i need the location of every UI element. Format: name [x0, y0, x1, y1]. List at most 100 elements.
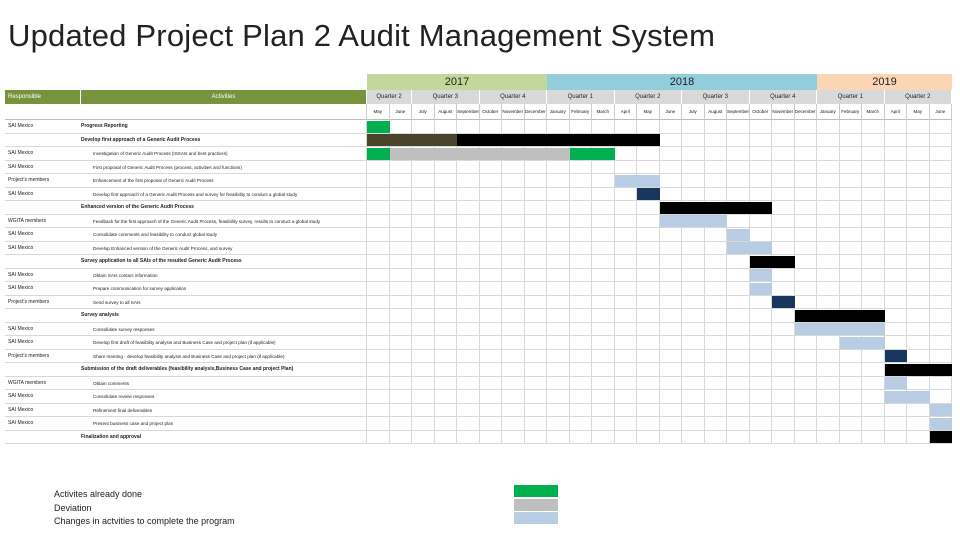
month-header: June	[389, 104, 412, 120]
grid-cell	[615, 322, 637, 336]
task-row: Project's members Enhancement of the firs…	[5, 174, 952, 188]
quarter-header: Quarter 3	[412, 90, 480, 104]
month-header: October	[749, 104, 772, 120]
grid-cell	[525, 241, 547, 255]
grid-cell	[615, 201, 637, 215]
grid-cell	[727, 214, 750, 228]
grid-cell	[885, 133, 907, 147]
grid-cell	[817, 295, 840, 309]
grid-cell	[525, 403, 547, 417]
grid-cell	[390, 228, 412, 242]
task-row: SAI Mexico Present business case and proj…	[5, 417, 952, 431]
grid-cell	[480, 295, 502, 309]
grid-divider	[5, 349, 367, 363]
grid-cell	[930, 187, 952, 201]
grid-cell	[390, 201, 412, 215]
grid-cell	[682, 133, 705, 147]
grid-cell	[615, 363, 637, 377]
grid-cell	[660, 349, 682, 363]
grid-cell	[660, 309, 682, 323]
grid-cell	[435, 336, 457, 350]
grid-cell	[862, 133, 885, 147]
grid-cell	[840, 255, 862, 269]
grid-cell	[547, 390, 570, 404]
grid-cell	[390, 241, 412, 255]
grid-cell	[660, 147, 682, 161]
grid-cell	[682, 322, 705, 336]
grid-cell	[862, 349, 885, 363]
grid-cell	[502, 268, 525, 282]
grid-cell	[750, 228, 772, 242]
grid-cell	[907, 403, 930, 417]
grid-divider	[5, 295, 367, 309]
grid-cell	[817, 349, 840, 363]
grid-cell	[502, 187, 525, 201]
grid-cell	[390, 363, 412, 377]
grid-cell	[592, 187, 615, 201]
grid-cell	[457, 120, 480, 134]
grid-cell	[907, 309, 930, 323]
grid-cell	[705, 174, 727, 188]
grid-cell	[367, 214, 390, 228]
grid-cell	[637, 160, 660, 174]
grid-cell	[862, 255, 885, 269]
grid-cell	[457, 187, 480, 201]
grid-cell	[862, 376, 885, 390]
grid-cell	[840, 228, 862, 242]
grid-cell	[705, 336, 727, 350]
grid-cell	[862, 187, 885, 201]
grid-cell	[660, 174, 682, 188]
month-header: May	[907, 104, 930, 120]
grid-cell	[840, 147, 862, 161]
legend-swatch	[514, 485, 558, 497]
grid-cell	[862, 147, 885, 161]
grid-cell	[480, 417, 502, 431]
grid-cell	[660, 268, 682, 282]
grid-cell	[367, 322, 390, 336]
grid-cell	[637, 120, 660, 134]
grid-cell	[660, 295, 682, 309]
grid-divider	[5, 322, 367, 336]
grid-cell	[457, 336, 480, 350]
year-header: 2018	[547, 74, 817, 90]
grid-cell	[435, 363, 457, 377]
grid-cell	[885, 255, 907, 269]
grid-cell	[480, 241, 502, 255]
grid-cell	[930, 228, 952, 242]
grid-cell	[412, 363, 435, 377]
grid-cell	[750, 390, 772, 404]
grid-divider	[5, 309, 367, 323]
grid-cell	[525, 160, 547, 174]
gantt-bar	[772, 296, 795, 308]
grid-cell	[592, 336, 615, 350]
grid-cell	[502, 282, 525, 296]
grid-cell	[570, 120, 592, 134]
grid-cell	[412, 174, 435, 188]
grid-cell	[525, 430, 547, 444]
grid-cell	[727, 403, 750, 417]
grid-cell	[570, 174, 592, 188]
grid-cell	[750, 120, 772, 134]
gantt-bar	[929, 431, 952, 443]
grid-cell	[862, 430, 885, 444]
grid-cell	[885, 430, 907, 444]
grid-cell	[570, 201, 592, 215]
grid-cell	[795, 174, 817, 188]
grid-cell	[525, 228, 547, 242]
grid-cell	[705, 120, 727, 134]
grid-cell	[457, 295, 480, 309]
grid-divider	[5, 336, 367, 350]
month-header: June	[659, 104, 682, 120]
grid-divider	[5, 282, 367, 296]
grid-cell	[637, 390, 660, 404]
grid-cell	[412, 403, 435, 417]
grid-cell	[525, 120, 547, 134]
grid-cell	[930, 241, 952, 255]
grid-cell	[772, 174, 795, 188]
grid-cell	[480, 120, 502, 134]
task-row: Project's members Send survey to all SAIs	[5, 295, 952, 309]
grid-cell	[390, 349, 412, 363]
grid-cell	[660, 160, 682, 174]
grid-cell	[412, 430, 435, 444]
grid-cell	[885, 268, 907, 282]
